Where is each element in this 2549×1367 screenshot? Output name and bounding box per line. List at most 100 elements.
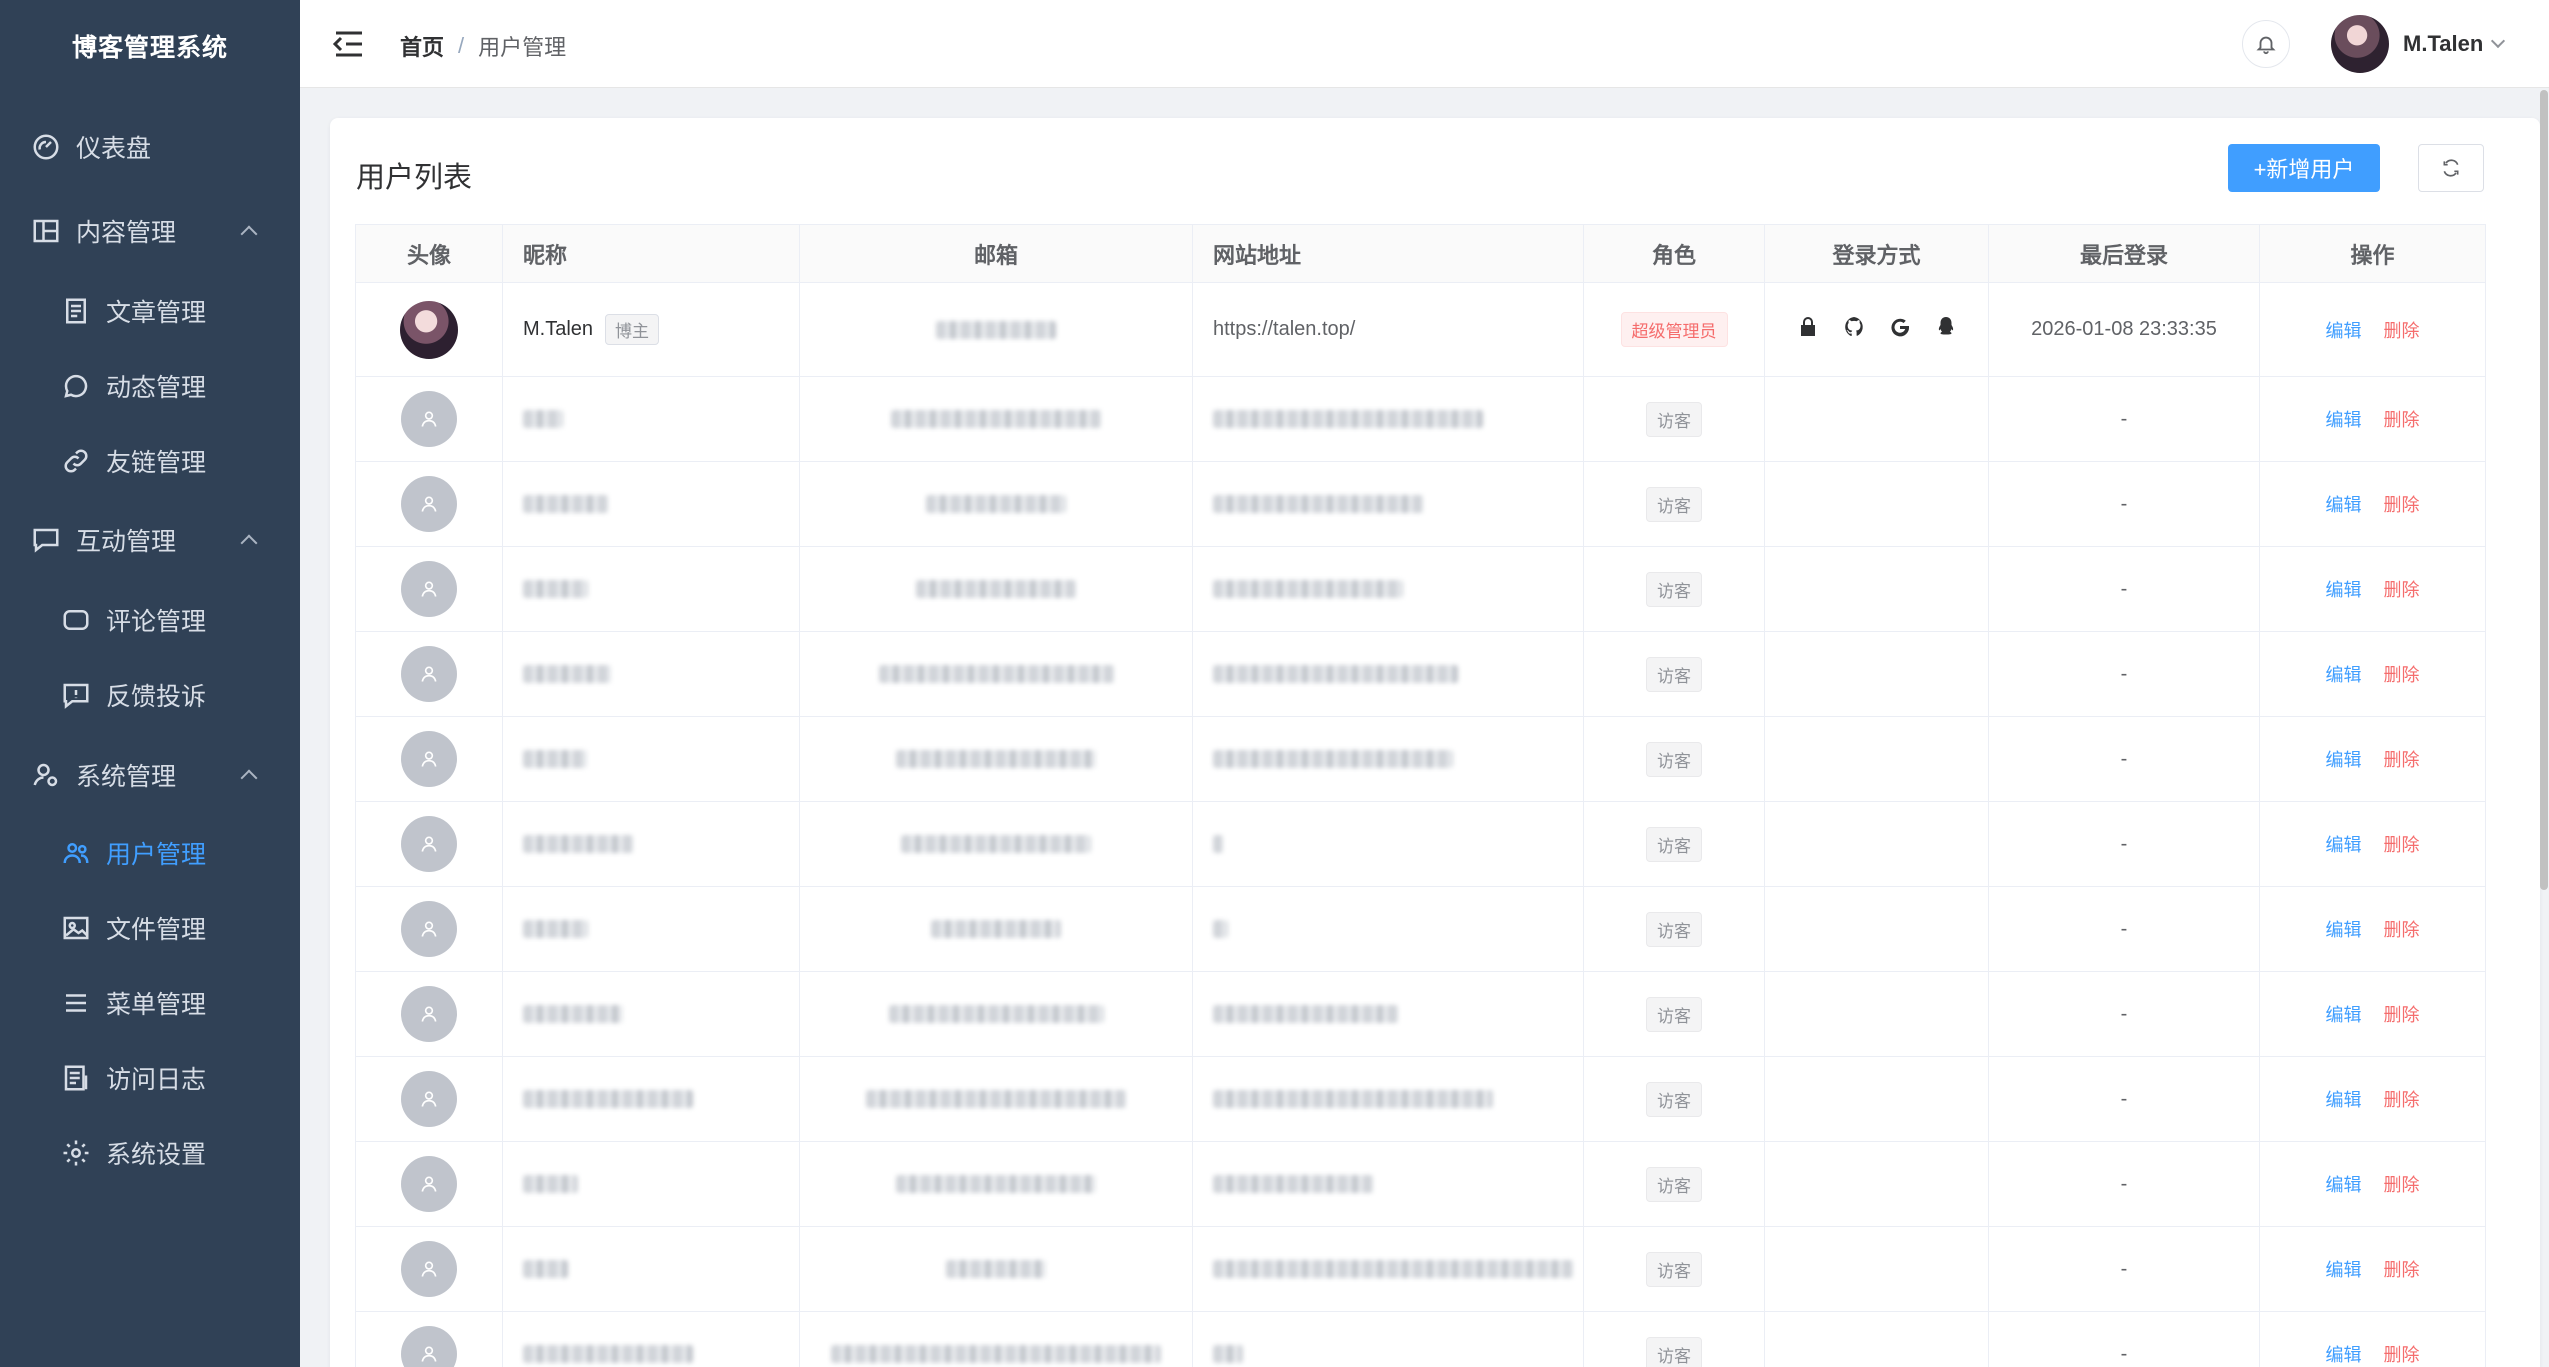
refresh-button[interactable] — [2418, 144, 2484, 192]
delete-button[interactable]: 删除 — [2384, 410, 2420, 430]
role-tag: 访客 — [1646, 1251, 1702, 1287]
table-row: 访客 - 编辑 删除 — [355, 546, 2486, 632]
link-icon — [60, 445, 92, 477]
menu-lines-icon — [60, 987, 92, 1019]
edit-button[interactable]: 编辑 — [2326, 580, 2362, 600]
user-icon — [421, 411, 437, 427]
nickname-redacted — [523, 665, 611, 684]
avatar — [401, 1071, 457, 1127]
avatar[interactable] — [2331, 15, 2389, 73]
delete-button[interactable]: 删除 — [2384, 920, 2420, 940]
notification-button[interactable] — [2242, 20, 2290, 68]
login-method-cell — [1764, 376, 1989, 462]
menu-item-articles[interactable]: 文章管理 — [0, 276, 300, 346]
email-redacted — [931, 920, 1061, 939]
edit-button[interactable]: 编辑 — [2326, 1345, 2362, 1365]
col-website: 网站地址 — [1192, 224, 1584, 283]
last-login-cell: - — [1988, 631, 2260, 717]
menu-item-dashboard[interactable]: 仪表盘 — [0, 112, 300, 182]
email-redacted — [916, 580, 1076, 599]
website-redacted — [1213, 1175, 1373, 1194]
delete-button[interactable]: 删除 — [2384, 835, 2420, 855]
table-row: 访客 - 编辑 删除 — [355, 1141, 2486, 1227]
menu-item-comments[interactable]: 评论管理 — [0, 585, 300, 655]
avatar — [401, 391, 457, 447]
menu-item-feedback[interactable]: 反馈投诉 — [0, 660, 300, 730]
breadcrumb-home[interactable]: 首页 — [400, 30, 444, 62]
website-redacted — [1213, 495, 1423, 514]
role-tag: 访客 — [1646, 1166, 1702, 1202]
user-icon — [421, 1006, 437, 1022]
lock-icon — [1800, 316, 1815, 336]
menu-item-users[interactable]: 用户管理 — [0, 818, 300, 888]
nickname-redacted — [523, 580, 588, 599]
login-method-cell — [1764, 1056, 1989, 1142]
user-table: 头像 昵称 邮箱 网站地址 角色 登录方式 最后登录 操作 M.Talen 博主 … — [355, 224, 2486, 1367]
edit-button[interactable]: 编辑 — [2326, 1260, 2362, 1280]
menu-label: 菜单管理 — [106, 991, 207, 1019]
login-method-cell — [1764, 1226, 1989, 1312]
page-scrollbar[interactable] — [2540, 90, 2548, 890]
collapse-sidebar-icon[interactable] — [330, 28, 366, 60]
login-method-cell — [1764, 1311, 1989, 1367]
col-role: 角色 — [1583, 224, 1765, 283]
menu-label: 友链管理 — [106, 449, 207, 477]
website-redacted — [1213, 580, 1403, 599]
edit-button[interactable]: 编辑 — [2326, 835, 2362, 855]
edit-button[interactable]: 编辑 — [2326, 1005, 2362, 1025]
role-tag: 访客 — [1646, 486, 1702, 522]
delete-button[interactable]: 删除 — [2384, 1090, 2420, 1110]
github-icon — [1844, 316, 1863, 336]
delete-button[interactable]: 删除 — [2384, 1345, 2420, 1365]
edit-button[interactable]: 编辑 — [2326, 321, 2362, 341]
menu-item-moments[interactable]: 动态管理 — [0, 351, 300, 421]
menu-group-content[interactable]: 内容管理 — [0, 196, 300, 266]
edit-button[interactable]: 编辑 — [2326, 1090, 2362, 1110]
delete-button[interactable]: 删除 — [2384, 1175, 2420, 1195]
delete-button[interactable]: 删除 — [2384, 750, 2420, 770]
user-icon — [421, 1176, 437, 1192]
login-methods — [1796, 315, 1958, 339]
last-login-cell: - — [1988, 886, 2260, 972]
table-row: 访客 - 编辑 删除 — [355, 1311, 2486, 1367]
website-redacted — [1213, 1090, 1493, 1109]
table-row: 访客 - 编辑 删除 — [355, 801, 2486, 887]
last-login-cell: - — [1988, 376, 2260, 462]
menu-group-system[interactable]: 系统管理 — [0, 740, 300, 810]
website-redacted — [1213, 835, 1223, 854]
edit-button[interactable]: 编辑 — [2326, 920, 2362, 940]
menu-item-menus[interactable]: 菜单管理 — [0, 968, 300, 1038]
menu-label: 文章管理 — [106, 299, 207, 327]
google-icon — [1890, 318, 1909, 336]
last-login-cell: - — [1988, 801, 2260, 887]
edit-button[interactable]: 编辑 — [2326, 665, 2362, 685]
menu-item-friends[interactable]: 友链管理 — [0, 426, 300, 496]
user-name[interactable]: M.Talen — [2403, 31, 2483, 57]
role-tag: 访客 — [1646, 1336, 1702, 1367]
edit-button[interactable]: 编辑 — [2326, 410, 2362, 430]
delete-button[interactable]: 删除 — [2384, 665, 2420, 685]
email-redacted — [896, 1175, 1096, 1194]
website-redacted — [1213, 665, 1458, 684]
menu-item-files[interactable]: 文件管理 — [0, 893, 300, 963]
add-user-button[interactable]: +新增用户 — [2228, 144, 2380, 192]
menu-label: 文件管理 — [106, 916, 207, 944]
user-icon — [421, 751, 437, 767]
sidebar: 博客管理系统 仪表盘 内容管理 文章管理 动态管理 友链管理 互动管理 评论管理… — [0, 0, 300, 1367]
delete-button[interactable]: 删除 — [2384, 580, 2420, 600]
delete-button[interactable]: 删除 — [2384, 321, 2420, 341]
delete-button[interactable]: 删除 — [2384, 1005, 2420, 1025]
nickname-redacted — [523, 835, 633, 854]
menu-item-logs[interactable]: 访问日志 — [0, 1043, 300, 1113]
delete-button[interactable]: 删除 — [2384, 495, 2420, 515]
menu-group-interaction[interactable]: 互动管理 — [0, 505, 300, 575]
menu-label: 评论管理 — [106, 608, 207, 636]
menu-item-settings[interactable]: 系统设置 — [0, 1118, 300, 1188]
edit-button[interactable]: 编辑 — [2326, 495, 2362, 515]
nickname-redacted — [523, 1175, 578, 1194]
role-tag: 访客 — [1646, 996, 1702, 1032]
edit-button[interactable]: 编辑 — [2326, 750, 2362, 770]
comment-dots-icon — [60, 604, 92, 636]
delete-button[interactable]: 删除 — [2384, 1260, 2420, 1280]
edit-button[interactable]: 编辑 — [2326, 1175, 2362, 1195]
